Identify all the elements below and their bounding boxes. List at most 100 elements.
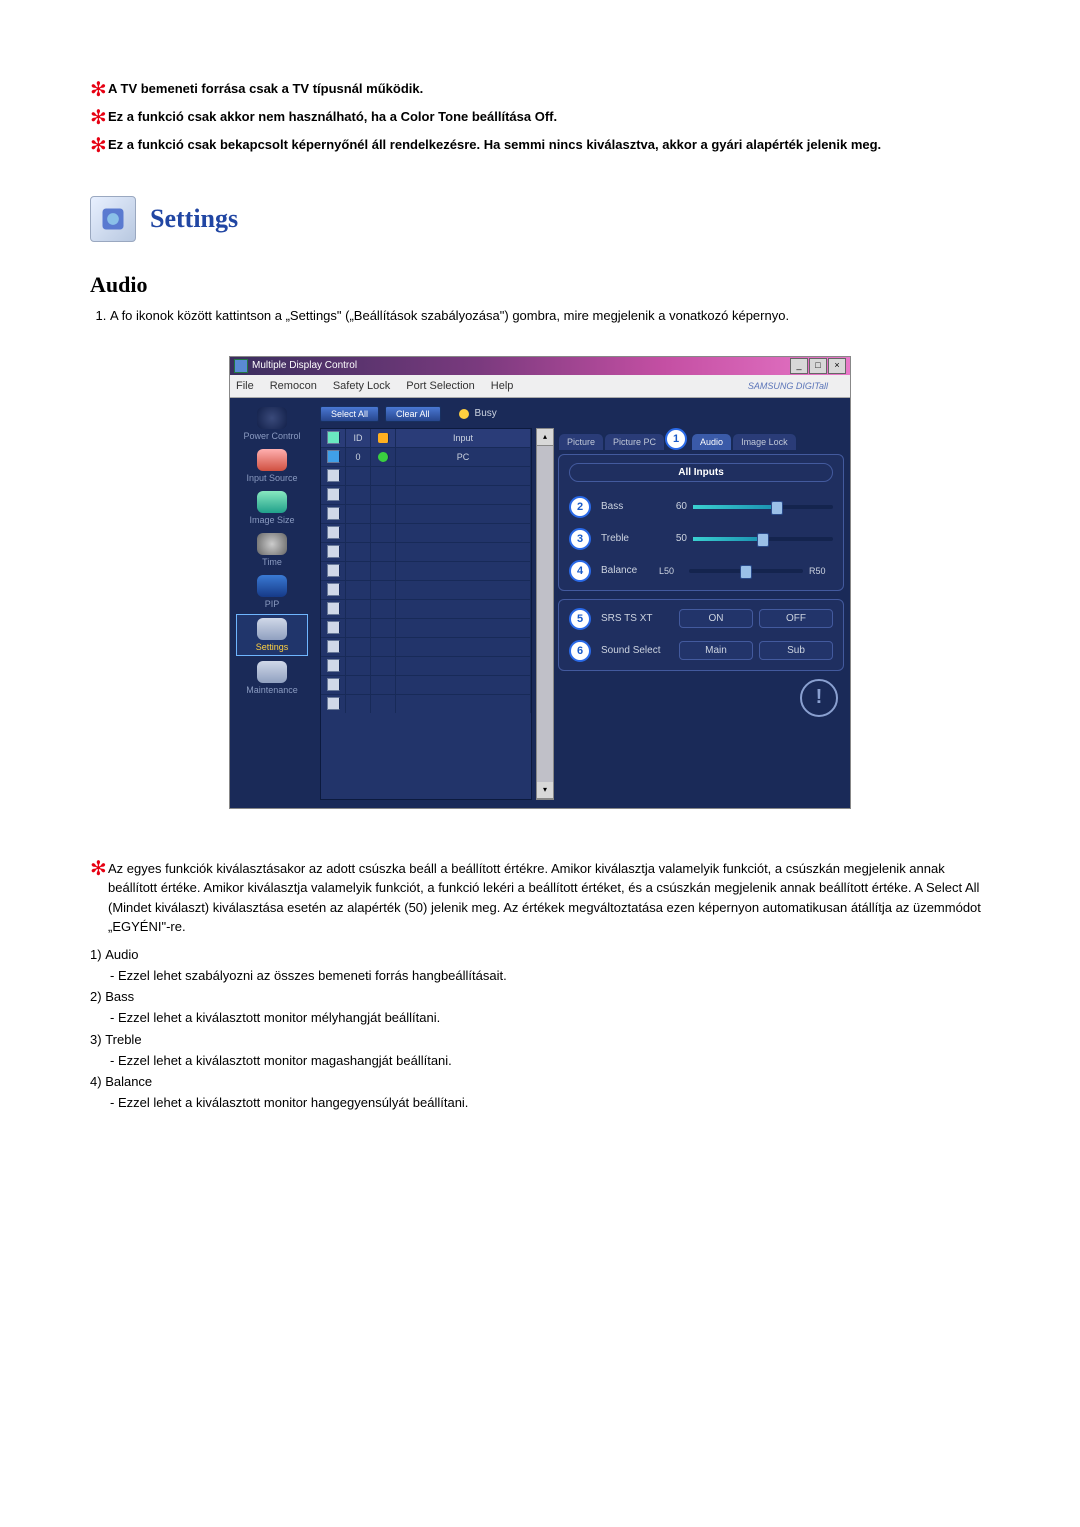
window-titlebar: Multiple Display Control _ □ × <box>230 357 850 375</box>
row-checkbox[interactable] <box>327 640 340 653</box>
sidebar-label: Time <box>262 557 282 567</box>
desc-detail: - Ezzel lehet a kiválasztott monitor han… <box>110 1093 990 1113</box>
sidebar-item-imagesize[interactable]: Image Size <box>237 488 307 528</box>
bass-value: 60 <box>659 501 687 512</box>
balance-slider[interactable] <box>689 569 803 573</box>
sidebar-item-pip[interactable]: PIP <box>237 572 307 612</box>
row-checkbox[interactable] <box>327 678 340 691</box>
row-checkbox[interactable] <box>327 697 340 710</box>
callout-3: 3 <box>569 528 591 550</box>
srs-label: SRS TS XT <box>601 613 673 624</box>
menu-file[interactable]: File <box>236 380 254 392</box>
menu-remocon[interactable]: Remocon <box>270 380 317 392</box>
clear-all-button[interactable]: Clear All <box>385 406 441 422</box>
sidebar-item-input[interactable]: Input Source <box>237 446 307 486</box>
select-all-button[interactable]: Select All <box>320 406 379 422</box>
desc-detail: - Ezzel lehet a kiválasztott monitor mag… <box>110 1051 990 1071</box>
scrollbar[interactable]: ▴ ▾ <box>536 428 554 800</box>
note-2: Ez a funkció csak akkor nem használható,… <box>108 108 990 128</box>
callout-2: 2 <box>569 496 591 518</box>
audio-panel: All Inputs 2 Bass 60 3 Treble 50 <box>558 454 844 591</box>
app-icon <box>234 359 248 373</box>
row-checkbox[interactable] <box>327 659 340 672</box>
desc-title: Audio <box>105 947 138 962</box>
desc-title: Balance <box>105 1074 152 1089</box>
scroll-down-icon[interactable]: ▾ <box>537 782 553 799</box>
desc-title: Bass <box>105 989 134 1004</box>
menu-help[interactable]: Help <box>491 380 514 392</box>
info-icon[interactable]: ! <box>800 679 838 717</box>
subsection-title: Audio <box>90 272 990 298</box>
sound-main-button[interactable]: Main <box>679 641 753 660</box>
treble-slider[interactable] <box>693 537 833 541</box>
col-id: ID <box>346 429 371 447</box>
row-checkbox[interactable] <box>327 469 340 482</box>
col-input: Input <box>396 429 531 447</box>
row-checkbox[interactable] <box>327 602 340 615</box>
all-inputs-button[interactable]: All Inputs <box>569 463 833 482</box>
table-row[interactable]: 0 PC <box>321 447 531 466</box>
tab-picture[interactable]: Picture <box>558 433 604 450</box>
audio-panel-2: 5 SRS TS XT ON OFF 6 Sound Select Main S… <box>558 599 844 671</box>
srs-on-button[interactable]: ON <box>679 609 753 628</box>
top-notes: ✻A TV bemeneti forrása csak a TV típusná… <box>90 80 990 156</box>
menu-port-selection[interactable]: Port Selection <box>406 380 474 392</box>
row-id: 0 <box>346 448 371 466</box>
row-checkbox[interactable] <box>327 564 340 577</box>
row-checkbox[interactable] <box>327 450 340 463</box>
header-checkbox[interactable] <box>327 431 340 444</box>
maximize-button[interactable]: □ <box>809 358 827 374</box>
settings-icon <box>257 618 287 640</box>
tab-audio[interactable]: Audio <box>691 433 732 450</box>
balance-left: L50 <box>659 566 683 576</box>
desc-num: 1) <box>90 947 102 962</box>
close-button[interactable]: × <box>828 358 846 374</box>
sound-select-label: Sound Select <box>601 645 673 656</box>
menu-safety-lock[interactable]: Safety Lock <box>333 380 390 392</box>
tab-picture-pc[interactable]: Picture PC <box>604 433 665 450</box>
sidebar-item-power[interactable]: Power Control <box>237 404 307 444</box>
sidebar-item-time[interactable]: Time <box>237 530 307 570</box>
row-checkbox[interactable] <box>327 621 340 634</box>
time-icon <box>257 533 287 555</box>
row-checkbox[interactable] <box>327 545 340 558</box>
screenshot: Multiple Display Control _ □ × File Remo… <box>229 356 851 809</box>
row-checkbox[interactable] <box>327 507 340 520</box>
desc-num: 3) <box>90 1032 102 1047</box>
mid-note: Az egyes funkciók kiválasztásakor az ado… <box>108 859 990 937</box>
imagesize-icon <box>257 491 287 513</box>
balance-right: R50 <box>809 566 833 576</box>
sound-sub-button[interactable]: Sub <box>759 641 833 660</box>
minimize-button[interactable]: _ <box>790 358 808 374</box>
tab-image-lock[interactable]: Image Lock <box>732 433 797 450</box>
step-1: A fo ikonok között kattintson a „Setting… <box>110 306 990 326</box>
row-checkbox[interactable] <box>327 488 340 501</box>
star-icon: ✻ <box>90 108 108 128</box>
note-1: A TV bemeneti forrása csak a TV típusnál… <box>108 80 990 100</box>
sidebar-label: Image Size <box>249 515 294 525</box>
desc-detail: - Ezzel lehet szabályozni az összes beme… <box>110 966 990 986</box>
treble-label: Treble <box>601 533 653 544</box>
device-table: ID Input 0 PC <box>320 428 532 800</box>
sidebar-label: PIP <box>265 599 280 609</box>
callout-4: 4 <box>569 560 591 582</box>
power-icon <box>257 407 287 429</box>
sidebar-item-maintenance[interactable]: Maintenance <box>237 658 307 698</box>
section-title: Settings <box>150 204 238 234</box>
pip-icon <box>257 575 287 597</box>
row-checkbox[interactable] <box>327 583 340 596</box>
status-header-icon <box>378 433 389 443</box>
desc-num: 2) <box>90 989 102 1004</box>
sidebar-item-settings[interactable]: Settings <box>236 614 308 656</box>
star-icon: ✻ <box>90 136 108 156</box>
bass-label: Bass <box>601 501 653 512</box>
status-dot-icon <box>378 452 389 462</box>
brand-logo: SAMSUNG DIGITall <box>748 381 828 391</box>
bass-slider[interactable] <box>693 505 833 509</box>
scroll-up-icon[interactable]: ▴ <box>537 429 553 446</box>
srs-off-button[interactable]: OFF <box>759 609 833 628</box>
callout-1: 1 <box>665 428 687 450</box>
window-title: Multiple Display Control <box>252 360 357 371</box>
row-checkbox[interactable] <box>327 526 340 539</box>
busy-label: Busy <box>475 408 497 419</box>
